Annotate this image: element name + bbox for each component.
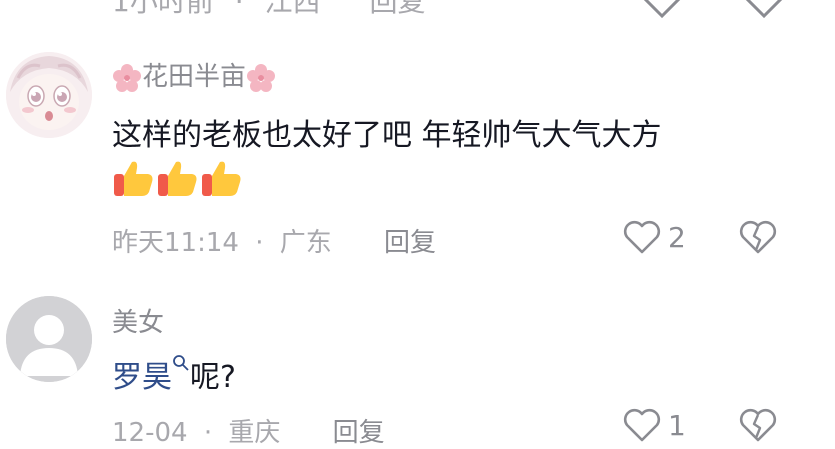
comment-text: 这样的老板也太好了吧 年轻帅气大气大方 [112, 118, 662, 153]
cherry-blossom-icon [113, 63, 141, 92]
reply-button[interactable]: 回复 [384, 228, 436, 258]
reply-button[interactable]: 回复 [369, 0, 425, 18]
thumbs-up-icon [202, 161, 241, 196]
avatar[interactable] [6, 52, 92, 138]
like-heart-icon[interactable] [636, 0, 688, 20]
comment-text: 罗昊 呢? [112, 352, 236, 396]
comment-time: 昨天11:14 [112, 228, 239, 258]
user-mention-link[interactable]: 罗昊 [112, 355, 190, 395]
cherry-blossom-icon [247, 63, 276, 92]
broken-heart-icon[interactable] [738, 218, 778, 256]
heart-outline-icon [623, 220, 661, 254]
previous-comment-footer: 1小时前 · 江西 回复 [0, 0, 835, 20]
comment-time: 12-04 [112, 418, 188, 448]
comment-location: 江西 [264, 0, 321, 18]
like-count: 1 [668, 408, 686, 442]
like-button[interactable]: 2 [622, 218, 686, 256]
reply-button[interactable]: 回复 [333, 418, 385, 448]
like-count: 2 [668, 220, 686, 254]
meta-separator: · [203, 418, 213, 448]
comment-username[interactable]: 美女 [112, 302, 164, 339]
comment-time: 1小时前 [112, 0, 214, 18]
comment-text-tail: 呢? [190, 360, 236, 395]
previous-comment-meta: 1小时前 · 江西 回复 [112, 0, 425, 20]
dislike-heart-icon[interactable] [738, 0, 790, 20]
mention-text: 罗昊 [112, 360, 172, 395]
comment-location: 广东 [279, 228, 332, 258]
anime-girl-avatar-image [6, 52, 92, 138]
heart-outline-icon [623, 408, 661, 442]
comment-location: 重庆 [228, 418, 281, 448]
comment-meta: 昨天11:14 · 广东 回复 [112, 222, 436, 259]
broken-heart-icon[interactable] [738, 406, 778, 444]
username-text: 花田半亩 [142, 62, 247, 92]
comment-meta: 12-04 · 重庆 回复 [112, 412, 385, 449]
like-button[interactable]: 1 [622, 406, 686, 444]
thumbs-up-icon [158, 161, 197, 196]
meta-separator: · [255, 228, 264, 258]
default-user-avatar-icon [6, 296, 92, 382]
thumbs-up-icon [114, 161, 153, 196]
comment-username[interactable]: 花田半亩 [112, 56, 276, 93]
avatar[interactable] [6, 296, 92, 382]
emoji-row [112, 156, 244, 204]
search-icon [173, 355, 189, 371]
